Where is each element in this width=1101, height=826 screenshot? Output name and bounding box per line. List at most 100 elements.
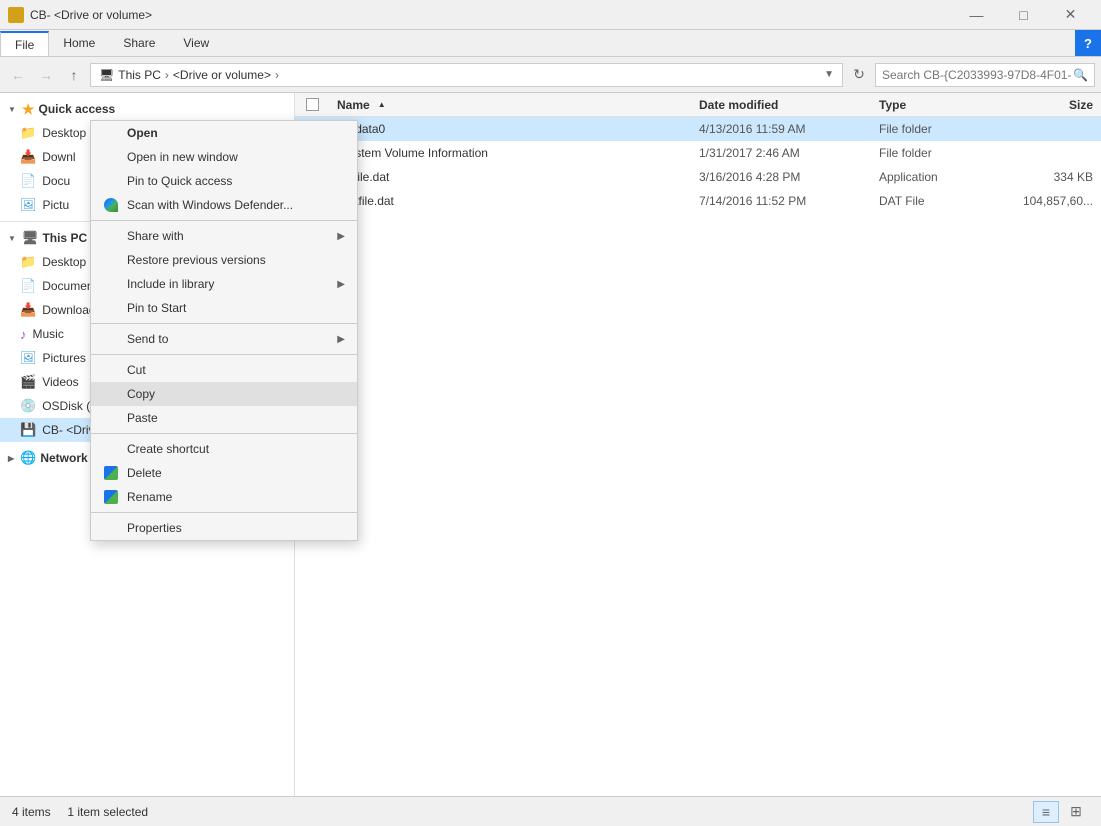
music-icon: ♪ bbox=[20, 327, 27, 342]
search-icon[interactable]: 🔍 bbox=[1073, 68, 1088, 82]
ctx-restore-prev[interactable]: Restore previous versions bbox=[91, 248, 357, 272]
chevron-icon-network: ▶ bbox=[8, 454, 14, 463]
sidebar-header-quick-access[interactable]: ▼ ★ Quick access bbox=[0, 97, 294, 121]
breadcrumb-drive[interactable]: <Drive or volume> bbox=[173, 68, 271, 82]
ctx-paste-icon bbox=[103, 410, 119, 426]
ctx-pin-icon bbox=[103, 173, 119, 189]
ctx-library-label: Include in library bbox=[127, 277, 214, 291]
tab-share[interactable]: Share bbox=[109, 30, 169, 56]
tab-file[interactable]: File bbox=[0, 31, 49, 56]
dropdown-arrow[interactable]: ▼ bbox=[824, 69, 834, 80]
ctx-open-new-window[interactable]: Open in new window bbox=[91, 145, 357, 169]
filename-sys: stem Volume Information bbox=[355, 146, 488, 160]
ctx-pin-quick[interactable]: Pin to Quick access bbox=[91, 169, 357, 193]
col-header-size[interactable]: Size bbox=[1001, 93, 1101, 116]
breadcrumb-thispc[interactable]: This PC bbox=[118, 68, 161, 82]
ctx-pin-start[interactable]: Pin to Start bbox=[91, 296, 357, 320]
ctx-cut-label: Cut bbox=[127, 363, 146, 377]
table-row[interactable]: ✓ 📁 data0 4/13/2016 11:59 AM File folder bbox=[295, 117, 1101, 141]
table-row[interactable]: 📋 tfile.dat 7/14/2016 11:52 PM DAT File … bbox=[295, 189, 1101, 213]
ctx-cut[interactable]: Cut bbox=[91, 358, 357, 382]
file-date-app: 3/16/2016 4:28 PM bbox=[691, 170, 871, 184]
breadcrumb-sep2: › bbox=[275, 68, 279, 82]
network-label: Network bbox=[40, 451, 87, 465]
file-name-dat: 📋 tfile.dat bbox=[329, 193, 691, 209]
docs-icon-2: 📄 bbox=[20, 278, 36, 294]
tab-home[interactable]: Home bbox=[49, 30, 109, 56]
search-box: 🔍 bbox=[875, 63, 1095, 87]
help-button[interactable]: ? bbox=[1075, 30, 1101, 56]
ctx-properties-icon bbox=[103, 520, 119, 536]
file-type-app: Application bbox=[871, 170, 1001, 184]
breadcrumb-icon: 🖥 bbox=[99, 68, 114, 82]
ctx-share-with[interactable]: Share with ▶ bbox=[91, 224, 357, 248]
folder-icon-2: 📁 bbox=[20, 254, 36, 270]
pictures-icon: 🖼 bbox=[20, 197, 37, 213]
close-button[interactable]: ✕ bbox=[1048, 0, 1093, 30]
ctx-scan-defender[interactable]: Scan with Windows Defender... bbox=[91, 193, 357, 217]
sidebar-label-pictures2: Pictures bbox=[43, 351, 86, 365]
sidebar-label-desktop: Desktop bbox=[42, 126, 86, 140]
up-button[interactable]: ↑ bbox=[62, 63, 86, 87]
sidebar-label-desktop2: Desktop bbox=[42, 255, 86, 269]
back-button[interactable]: ← bbox=[6, 63, 30, 87]
docs-icon: 📄 bbox=[20, 173, 36, 189]
file-name-sys: 📁 stem Volume Information bbox=[329, 145, 691, 161]
col-header-date[interactable]: Date modified bbox=[691, 93, 871, 116]
chevron-icon: ▼ bbox=[8, 105, 16, 114]
ctx-restore-label: Restore previous versions bbox=[127, 253, 266, 267]
ribbon: File Home Share View ? bbox=[0, 30, 1101, 57]
item-count: 4 items bbox=[12, 805, 51, 819]
osdisk-icon: 💿 bbox=[20, 398, 36, 414]
file-size-app: 334 KB bbox=[1001, 170, 1101, 184]
details-view-button[interactable]: ≡ bbox=[1033, 801, 1059, 823]
ctx-defender-icon bbox=[103, 197, 119, 213]
file-date-dat: 7/14/2016 11:52 PM bbox=[691, 194, 871, 208]
file-area: Name ▲ Date modified Type Size ✓ 📁 bbox=[295, 93, 1101, 796]
maximize-button[interactable]: □ bbox=[1001, 0, 1046, 30]
breadcrumb-sep1: › bbox=[165, 68, 169, 82]
ctx-copy[interactable]: Copy bbox=[91, 382, 357, 406]
ctx-create-shortcut[interactable]: Create shortcut bbox=[91, 437, 357, 461]
table-row[interactable]: ⚙ tfile.dat 3/16/2016 4:28 PM Applicatio… bbox=[295, 165, 1101, 189]
ctx-delete[interactable]: Delete bbox=[91, 461, 357, 485]
tab-view[interactable]: View bbox=[169, 30, 223, 56]
ctx-paste-label: Paste bbox=[127, 411, 158, 425]
videos-icon: 🎬 bbox=[20, 374, 36, 390]
col-type-label: Type bbox=[879, 98, 906, 112]
file-date-data0: 4/13/2016 11:59 AM bbox=[691, 122, 871, 136]
refresh-button[interactable]: ↻ bbox=[847, 63, 871, 87]
filename-dat: tfile.dat bbox=[355, 194, 394, 208]
file-type-sys: File folder bbox=[871, 146, 1001, 160]
large-icons-view-button[interactable]: ⊞ bbox=[1063, 801, 1089, 823]
view-controls: ≡ ⊞ bbox=[1033, 801, 1089, 823]
defender-shield-icon bbox=[104, 198, 118, 212]
downloads-icon: 📥 bbox=[20, 149, 36, 165]
search-input[interactable] bbox=[882, 68, 1073, 82]
ctx-include-library[interactable]: Include in library ▶ bbox=[91, 272, 357, 296]
header-checkbox[interactable] bbox=[306, 98, 319, 111]
file-type-data0: File folder bbox=[871, 122, 1001, 136]
file-type-dat: DAT File bbox=[871, 194, 1001, 208]
col-header-type[interactable]: Type bbox=[871, 93, 1001, 116]
forward-button[interactable]: → bbox=[34, 63, 58, 87]
col-header-name[interactable]: Name ▲ bbox=[329, 93, 691, 116]
ctx-open[interactable]: Open bbox=[91, 121, 357, 145]
ctx-properties[interactable]: Properties bbox=[91, 516, 357, 540]
context-menu: Open Open in new window Pin to Quick acc… bbox=[90, 120, 358, 541]
table-row[interactable]: 📁 stem Volume Information 1/31/2017 2:46… bbox=[295, 141, 1101, 165]
address-path[interactable]: 🖥 This PC › <Drive or volume> › ▼ bbox=[90, 63, 843, 87]
col-name-label: Name bbox=[337, 98, 370, 112]
sidebar-label-videos: Videos bbox=[42, 375, 78, 389]
file-date-sys: 1/31/2017 2:46 AM bbox=[691, 146, 871, 160]
window-title: CB- <Drive or volume> bbox=[30, 8, 152, 22]
ctx-rename[interactable]: Rename bbox=[91, 485, 357, 509]
network-icon: 🌐 bbox=[20, 450, 36, 466]
ctx-paste[interactable]: Paste bbox=[91, 406, 357, 430]
minimize-button[interactable]: — bbox=[954, 0, 999, 30]
ctx-send-to[interactable]: Send to ▶ bbox=[91, 327, 357, 351]
ctx-separator-4 bbox=[91, 433, 357, 434]
ctx-cut-icon bbox=[103, 362, 119, 378]
filename-data0: data0 bbox=[355, 122, 385, 136]
ctx-share-icon bbox=[103, 228, 119, 244]
